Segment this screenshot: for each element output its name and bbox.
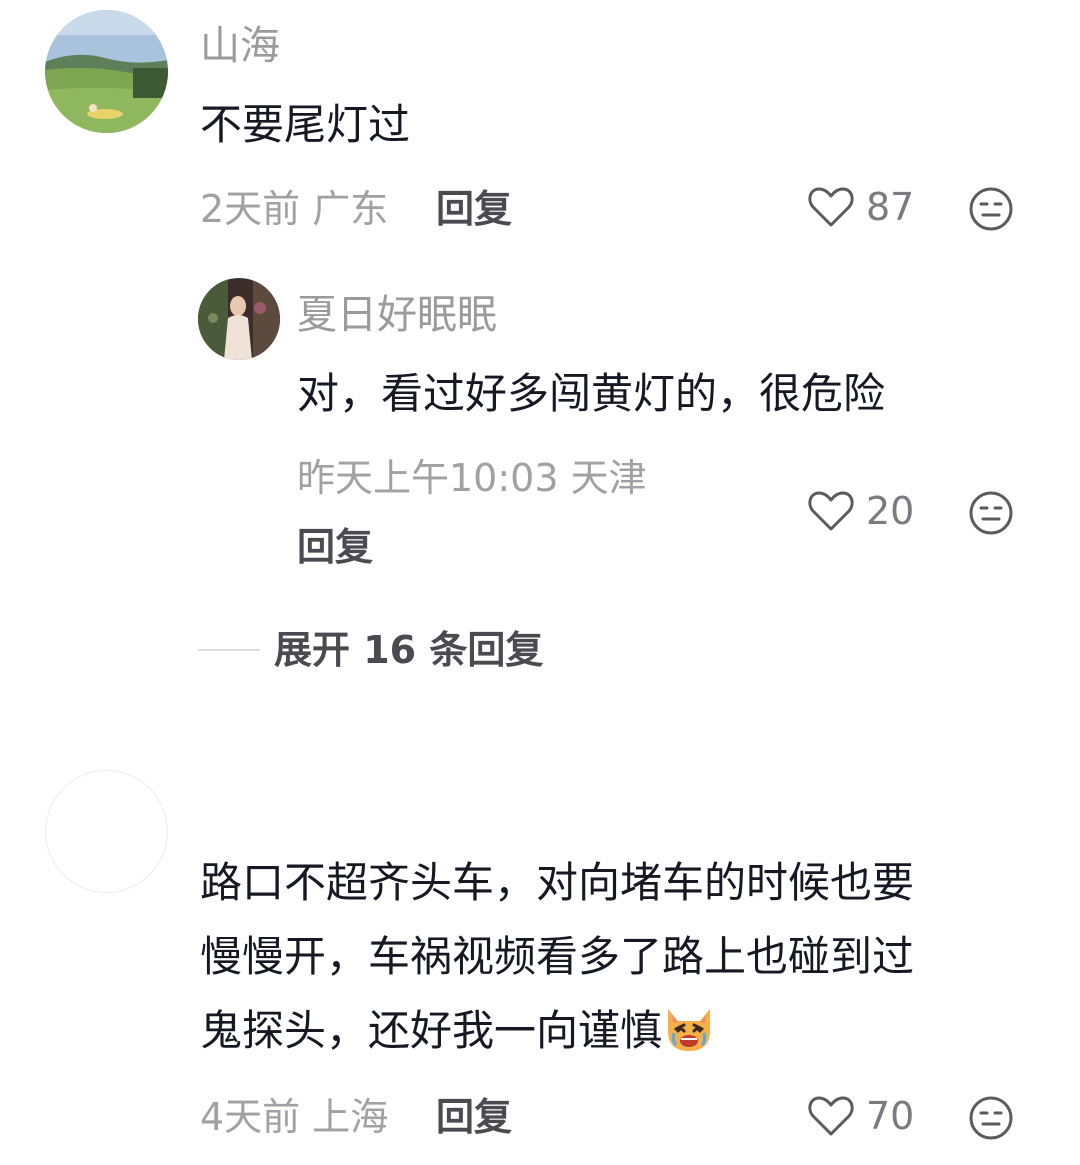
reply-time-location: 昨天上午10:03 天津 (297, 456, 647, 500)
like-count: 70 (866, 1094, 915, 1138)
comment-text-line-last: 鬼探头，还好我一向谨慎 (200, 994, 914, 1068)
avatar[interactable] (45, 770, 168, 893)
dislike-button[interactable] (968, 186, 1014, 236)
heart-outline-icon (808, 491, 854, 531)
heart-outline-icon (808, 1096, 854, 1136)
comment-text: 路口不超齐头车，对向堵车的时候也要 慢慢开，车祸视频看多了路上也碰到过 鬼探头，… (200, 846, 914, 1068)
neutral-face-icon (969, 187, 1013, 231)
like-count: 87 (866, 185, 915, 229)
comment-username[interactable]: 山海 (200, 26, 280, 66)
reply-avatar[interactable] (198, 278, 280, 360)
neutral-face-icon (969, 491, 1013, 535)
comment-text-line: 慢慢开，车祸视频看多了路上也碰到过 (200, 932, 915, 981)
reply-like-count: 20 (866, 489, 915, 533)
like-button[interactable]: 70 (808, 1095, 914, 1137)
crying-cat-emoji (668, 1009, 711, 1051)
heart-outline-icon (808, 187, 854, 227)
comment-time-location: 2天前 广东 (200, 187, 389, 231)
portrait-avatar-image (198, 278, 280, 360)
reply-button[interactable]: 回复 (436, 1098, 512, 1136)
comment-text: 不要尾灯过 (200, 100, 411, 149)
comment-time-location: 4天前 上海 (200, 1095, 389, 1139)
reply-reply-button[interactable]: 回复 (297, 528, 373, 566)
dislike-button[interactable] (968, 1095, 1014, 1145)
reply-like-button[interactable]: 20 (808, 490, 914, 532)
reply-dislike-button[interactable] (968, 490, 1014, 540)
reply-text: 对，看过好多闯黄灯的，很危险 (297, 369, 886, 418)
landscape-avatar-image (45, 10, 168, 133)
reply-button[interactable]: 回复 (436, 190, 512, 228)
reply-username[interactable]: 夏日好眠眠 (297, 295, 497, 335)
comment-text-line: 路口不超齐头车，对向堵车的时候也要 (200, 858, 915, 907)
expand-replies-button[interactable]: 展开 16 条回复 (198, 631, 543, 669)
divider-line (198, 649, 260, 651)
neutral-face-icon (969, 1096, 1013, 1140)
expand-replies-label: 展开 16 条回复 (274, 628, 544, 672)
comment-text-line: 鬼探头，还好我一向谨慎 (200, 1006, 663, 1055)
avatar[interactable] (45, 10, 168, 133)
like-button[interactable]: 87 (808, 186, 914, 228)
